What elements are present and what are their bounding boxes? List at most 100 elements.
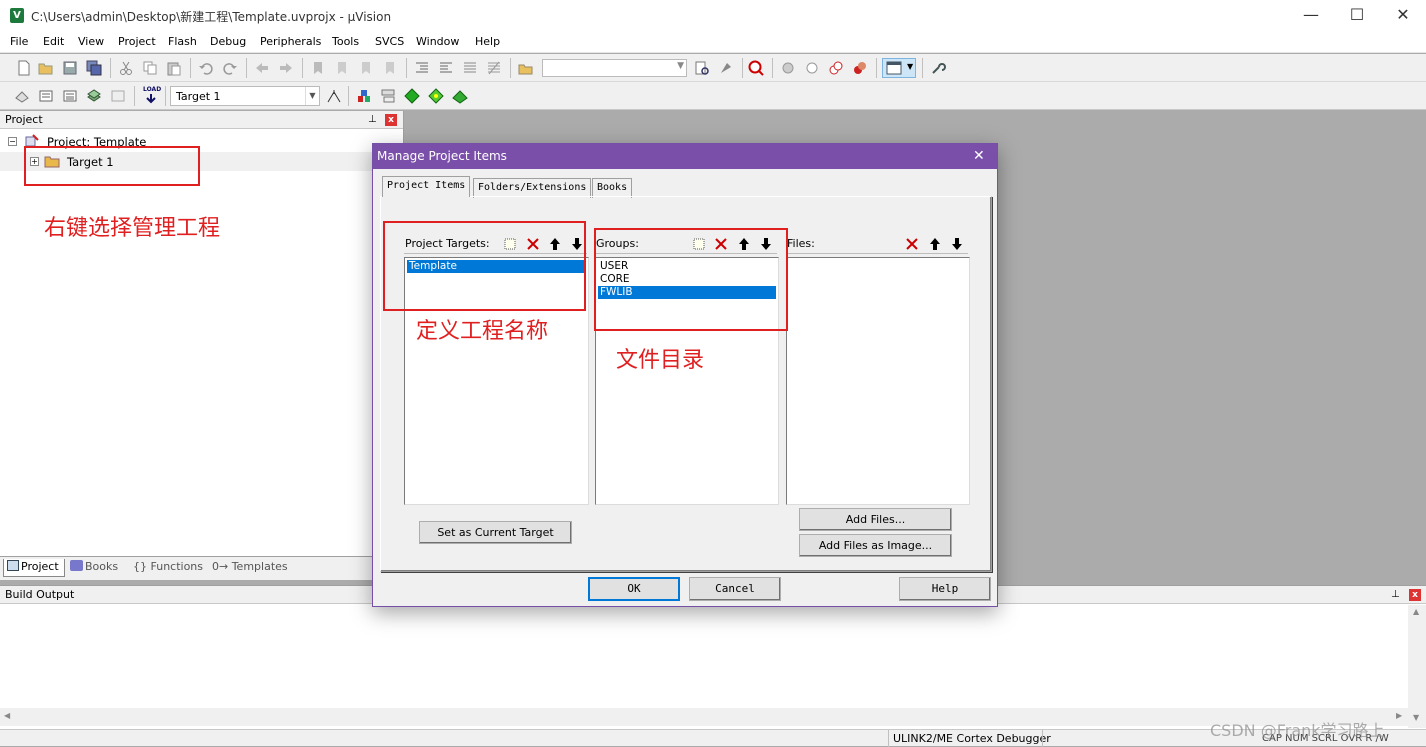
navigate-forward-icon[interactable] [278, 60, 294, 76]
dropdown-arrow-icon: ▼ [907, 62, 914, 71]
maximize-button[interactable]: ☐ [1334, 0, 1380, 32]
project-tab-icon [7, 560, 19, 571]
menu-tools[interactable]: Tools [332, 35, 359, 48]
enable-breakpoint-icon[interactable] [804, 60, 820, 76]
tab-books[interactable]: Books [70, 559, 126, 577]
save-icon[interactable] [62, 60, 78, 76]
pin-icon[interactable]: ⊥ [368, 111, 377, 128]
insert-breakpoint-icon[interactable] [780, 60, 796, 76]
open-folder-icon[interactable] [38, 60, 54, 76]
uncomment-icon[interactable] [486, 60, 502, 76]
manage-rte-icon[interactable] [404, 88, 420, 104]
menu-flash[interactable]: Flash [168, 35, 197, 48]
pin-icon[interactable]: ⊥ [1391, 586, 1400, 603]
target-select[interactable]: Target 1 ▼ [170, 86, 320, 106]
set-current-target-button[interactable]: Set as Current Target [419, 521, 572, 544]
tab-project-items[interactable]: Project Items [382, 176, 471, 197]
tab-functions[interactable]: {} Functions [133, 559, 207, 577]
next-bookmark-icon[interactable] [358, 60, 374, 76]
close-build-output-icon[interactable]: x [1409, 589, 1421, 601]
incremental-find-icon[interactable] [718, 60, 734, 76]
scroll-down-icon[interactable]: ▼ [1413, 713, 1419, 722]
menu-svcs[interactable]: SVCS [375, 35, 404, 48]
stop-build-icon[interactable] [110, 88, 126, 104]
rebuild-icon[interactable] [62, 88, 78, 104]
menu-project[interactable]: Project [118, 35, 156, 48]
delete-file-icon[interactable] [904, 236, 920, 252]
target-select-value: Target 1 [176, 90, 221, 103]
disable-breakpoints-icon[interactable] [828, 60, 844, 76]
menu-view[interactable]: View [78, 35, 104, 48]
books-tab-icon [70, 560, 83, 571]
indent-icon[interactable] [414, 60, 430, 76]
cancel-button[interactable]: Cancel [689, 577, 781, 601]
manage-project-items-icon[interactable] [356, 88, 372, 104]
status-debugger: ULINK2/ME Cortex Debugger [893, 732, 1051, 745]
new-file-icon[interactable] [16, 60, 32, 76]
tab-project[interactable]: Project [3, 559, 65, 577]
pack-installer-icon[interactable] [452, 88, 468, 104]
unindent-icon[interactable] [438, 60, 454, 76]
find-in-files-icon[interactable] [518, 60, 534, 76]
chevron-down-icon: ▼ [305, 87, 319, 105]
menu-debug[interactable]: Debug [210, 35, 246, 48]
save-all-icon[interactable] [86, 60, 102, 76]
select-packs-icon[interactable] [380, 88, 396, 104]
dialog-close-icon[interactable]: ✕ [973, 144, 985, 169]
scroll-up-icon[interactable]: ▲ [1413, 607, 1419, 616]
minimize-button[interactable]: — [1288, 0, 1334, 32]
prev-bookmark-icon[interactable] [334, 60, 350, 76]
menu-help[interactable]: Help [475, 35, 500, 48]
project-panel-header: Project ⊥ x [0, 111, 403, 129]
menu-peripherals[interactable]: Peripherals [260, 35, 321, 48]
help-button[interactable]: Help [899, 577, 991, 601]
undo-icon[interactable] [198, 60, 214, 76]
copy-icon[interactable] [142, 60, 158, 76]
dialog-title: Manage Project Items [377, 149, 507, 163]
add-files-button[interactable]: Add Files... [799, 508, 952, 531]
kill-breakpoints-icon[interactable] [852, 60, 868, 76]
uvision-app-icon: V [10, 8, 24, 23]
tab-templates[interactable]: 0→ Templates [212, 559, 290, 577]
add-files-as-image-button[interactable]: Add Files as Image... [799, 534, 952, 557]
tab-folders-extensions[interactable]: Folders/Extensions [473, 178, 592, 198]
options-for-target-icon[interactable] [326, 88, 342, 104]
start-debug-icon[interactable] [748, 60, 764, 76]
find-icon[interactable] [694, 60, 710, 76]
menu-file[interactable]: File [10, 35, 28, 48]
files-list[interactable] [786, 257, 970, 505]
paste-icon[interactable] [166, 60, 182, 76]
bookmark-icon[interactable] [310, 60, 326, 76]
close-panel-icon[interactable]: x [385, 114, 397, 126]
build-toolbar: LOAD Target 1 ▼ [0, 82, 1426, 110]
comment-icon[interactable] [462, 60, 478, 76]
menu-bar: File Edit View Project Flash Debug Perip… [0, 32, 1426, 53]
build-icon[interactable] [38, 88, 54, 104]
vertical-scrollbar[interactable]: ▲ ▼ [1408, 605, 1426, 728]
menu-window[interactable]: Window [416, 35, 459, 48]
ok-button[interactable]: OK [588, 577, 680, 601]
scroll-right-icon[interactable]: ▶ [1396, 711, 1402, 720]
window-layout-button[interactable]: ▼ [882, 58, 916, 78]
collapse-icon[interactable]: − [8, 137, 17, 146]
clear-bookmarks-icon[interactable] [382, 60, 398, 76]
cut-icon[interactable] [118, 60, 134, 76]
horizontal-scrollbar[interactable]: ◀ ▶ [0, 708, 1408, 726]
translate-icon[interactable] [14, 88, 30, 104]
find-combobox[interactable]: ▼ [542, 59, 687, 77]
status-bar: ULINK2/ME Cortex Debugger CAP NUM SCRL O… [0, 721, 1426, 747]
batch-build-icon[interactable] [86, 88, 102, 104]
scroll-left-icon[interactable]: ◀ [4, 711, 10, 720]
annotation-file-dir: 文件目录 [616, 348, 705, 373]
configure-wrench-icon[interactable] [930, 60, 946, 76]
csdn-watermark: CSDN @Frank学习路上 [1210, 721, 1385, 740]
download-button[interactable]: LOAD [142, 86, 161, 106]
redo-icon[interactable] [222, 60, 238, 76]
close-window-button[interactable]: ✕ [1380, 0, 1426, 32]
move-file-down-icon[interactable] [949, 236, 965, 252]
move-file-up-icon[interactable] [927, 236, 943, 252]
tab-books-dialog[interactable]: Books [592, 178, 633, 198]
navigate-back-icon[interactable] [254, 60, 270, 76]
menu-edit[interactable]: Edit [43, 35, 64, 48]
select-software-packs-icon[interactable] [428, 88, 444, 104]
